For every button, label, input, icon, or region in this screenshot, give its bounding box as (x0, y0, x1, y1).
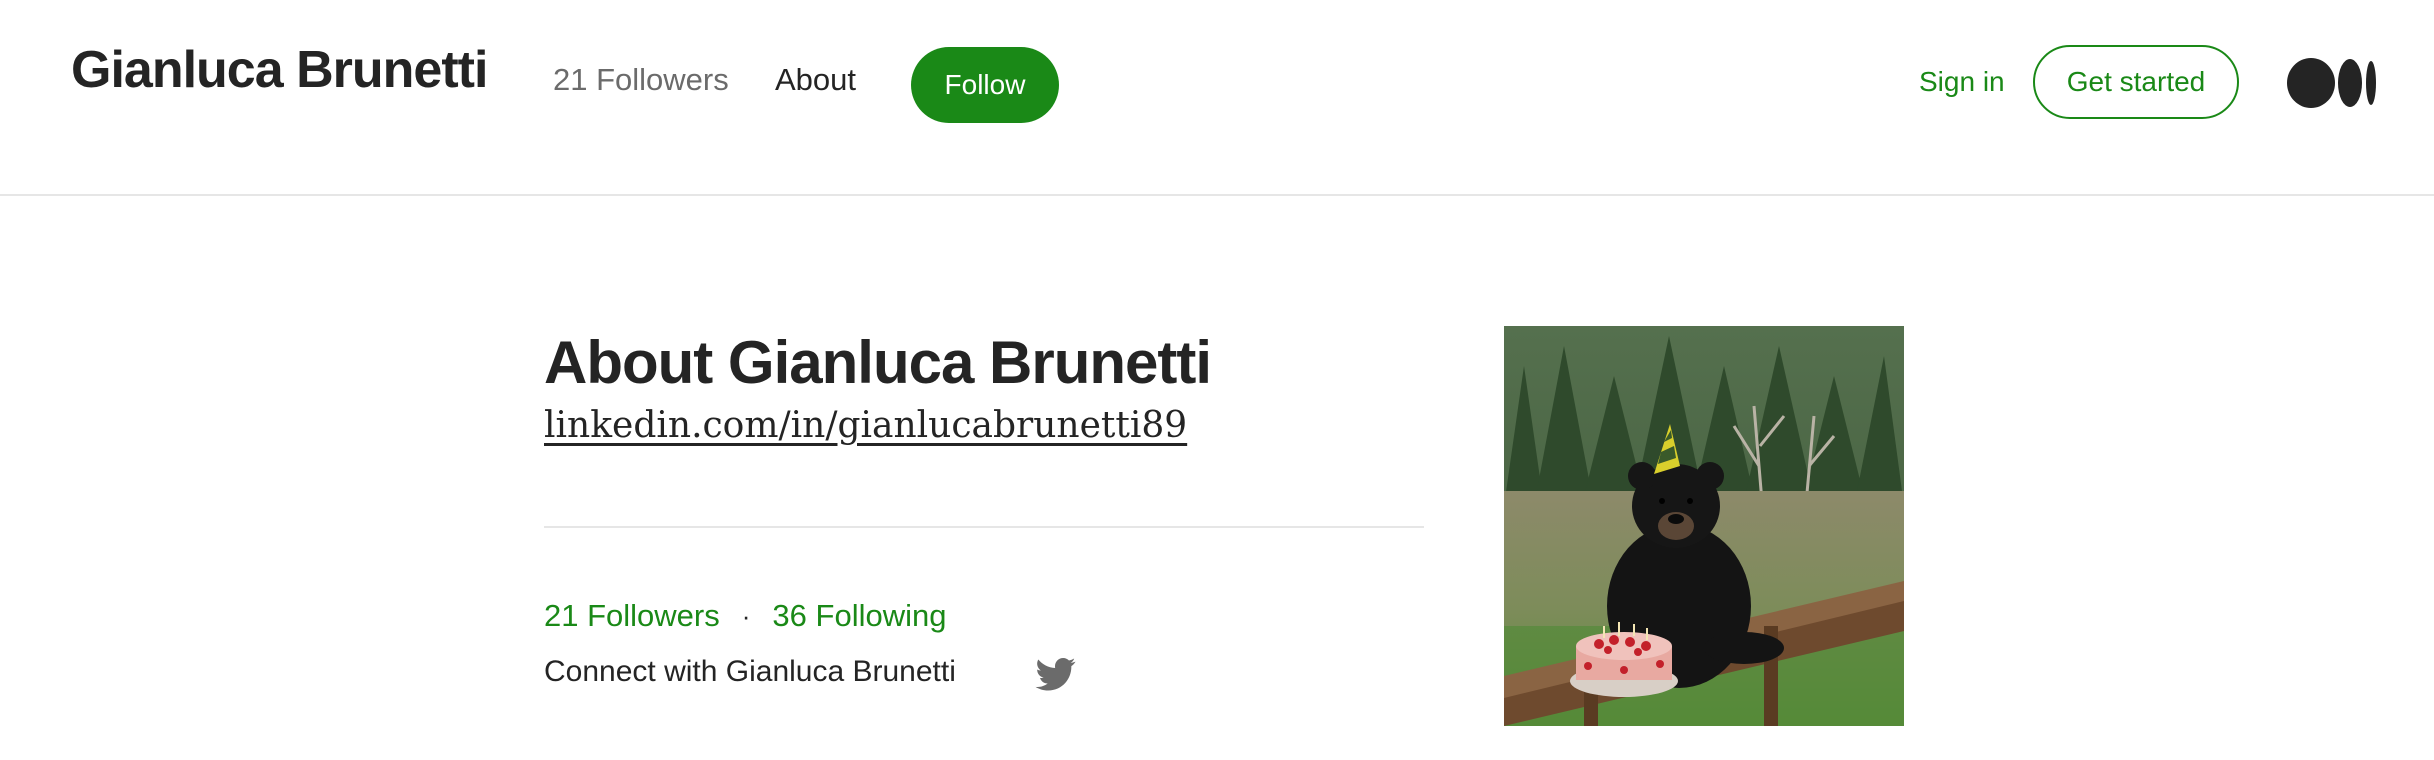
about-heading: About Gianluca Brunetti (544, 329, 1212, 396)
stats-separator: · (741, 600, 751, 631)
medium-logo-icon[interactable] (2287, 58, 2377, 108)
follow-button[interactable]: Follow (911, 47, 1059, 123)
followers-nav-link[interactable]: 21 Followers (553, 62, 729, 98)
following-count-link[interactable]: 36 Following (772, 598, 946, 634)
connect-label: Connect with Gianluca Brunetti (544, 655, 956, 688)
bear-with-party-hat-and-cake-photo (1504, 326, 1904, 726)
twitter-bird-icon[interactable] (1034, 654, 1078, 694)
top-navigation-bar: Gianluca Brunetti 21 Followers About Fol… (0, 0, 2434, 196)
get-started-button[interactable]: Get started (2033, 45, 2239, 119)
followers-count-link[interactable]: 21 Followers (544, 598, 720, 634)
sign-in-link[interactable]: Sign in (1919, 66, 2005, 98)
about-nav-link[interactable]: About (775, 62, 856, 98)
section-divider (544, 526, 1424, 528)
profile-name-link[interactable]: Gianluca Brunetti (71, 40, 488, 100)
follow-stats: 21 Followers · 36 Following (544, 598, 946, 634)
linkedin-link[interactable]: linkedin.com/in/gianlucabrunetti89 (544, 405, 1187, 446)
